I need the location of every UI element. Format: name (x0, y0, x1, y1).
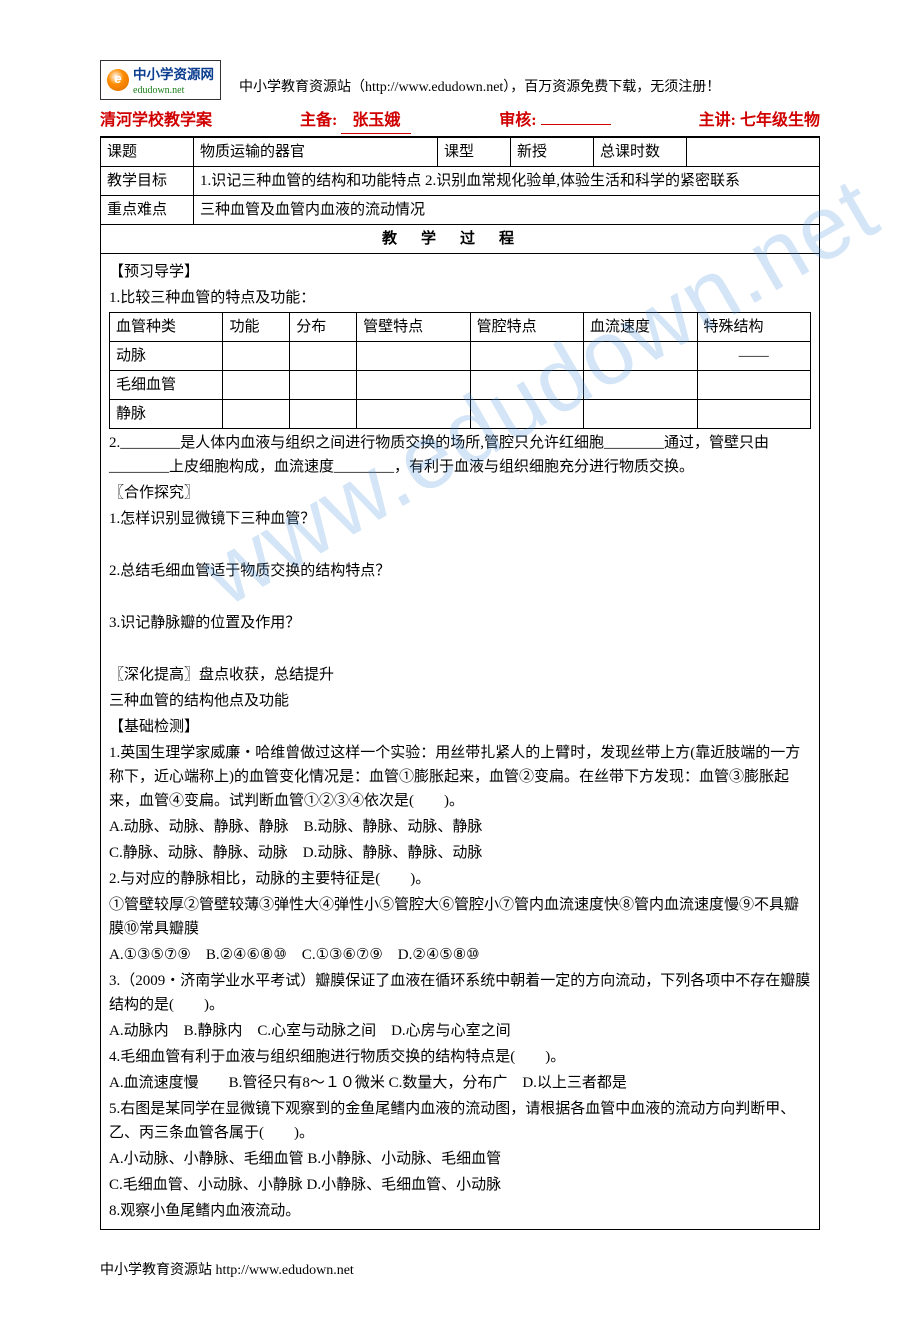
prep-label: 主备: (300, 112, 337, 129)
header-description: 中小学教育资源站（http://www.edudown.net），百万资源免费下… (239, 77, 720, 99)
title-line: 清河学校教学案 主备: 张玉娥 审核: 主讲: 七年级生物 (100, 106, 820, 138)
td (470, 400, 583, 429)
logo-subtext: edudown.net (133, 86, 214, 96)
deep-heading: 〖深化提高〗盘点收获，总结提升 (109, 663, 811, 687)
base-q2b: ①管壁较厚②管壁较薄③弹性大④弹性小⑤管腔大⑥管腔小⑦管内血流速度快⑧管内血流速… (109, 893, 811, 941)
goal-label: 教学目标 (101, 167, 194, 196)
base-q1b: A.动脉、动脉、静脉、静脉 B.动脉、静脉、动脉、静脉 (109, 815, 811, 839)
process-row: 教学过程 (101, 225, 820, 254)
td (357, 400, 470, 429)
td: 静脉 (110, 400, 223, 429)
coop-q2: 2.总结毛细血管适于物质交换的结构特点？ (109, 559, 811, 583)
lecture-label: 主讲: (699, 112, 736, 129)
td (357, 371, 470, 400)
review-label: 审核: (499, 112, 536, 129)
site-logo: e 中小学资源网 edudown.net (100, 60, 221, 100)
th-2: 分布 (290, 313, 357, 342)
base-heading: 【基础检测】 (109, 715, 811, 739)
type-value: 新授 (511, 138, 594, 167)
base-q5c: C.毛细血管、小动脉、小静脉 D.小静脉、毛细血管、小动脉 (109, 1173, 811, 1197)
td (584, 342, 697, 371)
school-name: 清河学校教学案 (100, 108, 212, 134)
type-label: 课型 (438, 138, 511, 167)
th-1: 功能 (223, 313, 290, 342)
process-header: 教学过程 (101, 225, 820, 254)
th-5: 血流速度 (584, 313, 697, 342)
review-name (541, 124, 611, 125)
preview-item1: 1.比较三种血管的特点及功能： (109, 286, 811, 310)
base-q2c: A.①③⑤⑦⑨ B.②④⑥⑧⑩ C.①③⑥⑦⑨ D.②④⑤⑧⑩ (109, 943, 811, 967)
content-cell: 【预习导学】 1.比较三种血管的特点及功能： 血管种类 功能 分布 管壁特点 管… (101, 254, 820, 1230)
td (290, 371, 357, 400)
th-0: 血管种类 (110, 313, 223, 342)
base-q1c: C.静脉、动脉、静脉、动脉 D.动脉、静脉、静脉、动脉 (109, 841, 811, 865)
td (223, 371, 290, 400)
td (223, 342, 290, 371)
logo-text-wrap: 中小学资源网 edudown.net (133, 64, 214, 96)
content-row: 【预习导学】 1.比较三种血管的特点及功能： 血管种类 功能 分布 管壁特点 管… (101, 254, 820, 1230)
th-3: 管壁特点 (357, 313, 470, 342)
header-row: e 中小学资源网 edudown.net 中小学教育资源站（http://www… (100, 60, 820, 100)
total-label: 总课时数 (594, 138, 687, 167)
td (470, 371, 583, 400)
td (223, 400, 290, 429)
total-value (687, 138, 820, 167)
preview-heading: 【预习导学】 (109, 260, 811, 284)
td (584, 371, 697, 400)
td (290, 342, 357, 371)
topic-value: 物质运输的器官 (194, 138, 438, 167)
base-q2a: 2.与对应的静脉相比，动脉的主要特征是( )。 (109, 867, 811, 891)
goal-row: 教学目标 1.识记三种血管的结构和功能特点 2.识别血常规化验单,体验生活和科学… (101, 167, 820, 196)
td: —— (697, 342, 811, 371)
coop-heading: 〖合作探究〗 (109, 481, 811, 505)
deep-line: 三种血管的结构他点及功能 (109, 689, 811, 713)
base-q8: 8.观察小鱼尾鳍内血液流动。 (109, 1199, 811, 1223)
lecture-segment: 主讲: 七年级生物 (699, 108, 820, 134)
td (290, 400, 357, 429)
goal-value: 1.识记三种血管的结构和功能特点 2.识别血常规化验单,体验生活和科学的紧密联系 (194, 167, 820, 196)
diff-value: 三种血管及血管内血液的流动情况 (194, 196, 820, 225)
topic-label: 课题 (101, 138, 194, 167)
table-row: 动脉 —— (110, 342, 811, 371)
base-q4a: 4.毛细血管有利于血液与组织细胞进行物质交换的结构特点是( )。 (109, 1045, 811, 1069)
lecture-name: 七年级生物 (740, 112, 820, 129)
td: 毛细血管 (110, 371, 223, 400)
prep-name: 张玉娥 (341, 108, 411, 135)
th-6: 特殊结构 (697, 313, 811, 342)
review-segment: 审核: (499, 108, 610, 134)
preview-item2: 2.________是人体内血液与组织之间进行物质交换的场所,管腔只允许红细胞_… (109, 431, 811, 479)
diff-label: 重点难点 (101, 196, 194, 225)
td (584, 400, 697, 429)
table-header-row: 血管种类 功能 分布 管壁特点 管腔特点 血流速度 特殊结构 (110, 313, 811, 342)
base-q3a: 3.（2009・济南学业水平考试）瓣膜保证了血液在循环系统中朝着一定的方向流动，… (109, 969, 811, 1017)
prep-segment: 主备: 张玉娥 (300, 108, 411, 135)
th-4: 管腔特点 (470, 313, 583, 342)
diff-row: 重点难点 三种血管及血管内血液的流动情况 (101, 196, 820, 225)
base-q4b: A.血流速度慢 B.管径只有8～１０微米 C.数量大，分布广 D.以上三者都是 (109, 1071, 811, 1095)
td (697, 400, 811, 429)
coop-q1: 1.怎样识别显微镜下三种血管？ (109, 507, 811, 531)
footer-text: 中小学教育资源站 http://www.edudown.net (100, 1260, 820, 1282)
coop-q3: 3.识记静脉瓣的位置及作用？ (109, 611, 811, 635)
td (357, 342, 470, 371)
logo-icon: e (107, 69, 129, 91)
logo-brand: 中小学资源网 (133, 64, 214, 86)
base-q5a: 5.右图是某同学在显微镜下观察到的金鱼尾鳍内血液的流动图，请根据各血管中血液的流… (109, 1097, 811, 1145)
vessel-table: 血管种类 功能 分布 管壁特点 管腔特点 血流速度 特殊结构 动脉 (109, 312, 811, 429)
base-q5b: A.小动脉、小静脉、毛细血管 B.小静脉、小动脉、毛细血管 (109, 1147, 811, 1171)
td (470, 342, 583, 371)
td (697, 371, 811, 400)
base-q1a: 1.英国生理学家威廉・哈维曾做过这样一个实验：用丝带扎紧人的上臂时，发现丝带上方… (109, 741, 811, 813)
topic-row: 课题 物质运输的器官 课型 新授 总课时数 (101, 138, 820, 167)
table-row: 静脉 (110, 400, 811, 429)
table-row: 毛细血管 (110, 371, 811, 400)
main-table: 课题 物质运输的器官 课型 新授 总课时数 教学目标 1.识记三种血管的结构和功… (100, 137, 820, 1230)
page: www.edudown.net e 中小学资源网 edudown.net 中小学… (0, 0, 920, 1323)
base-q3b: A.动脉内 B.静脉内 C.心室与动脉之间 D.心房与心室之间 (109, 1019, 811, 1043)
td: 动脉 (110, 342, 223, 371)
